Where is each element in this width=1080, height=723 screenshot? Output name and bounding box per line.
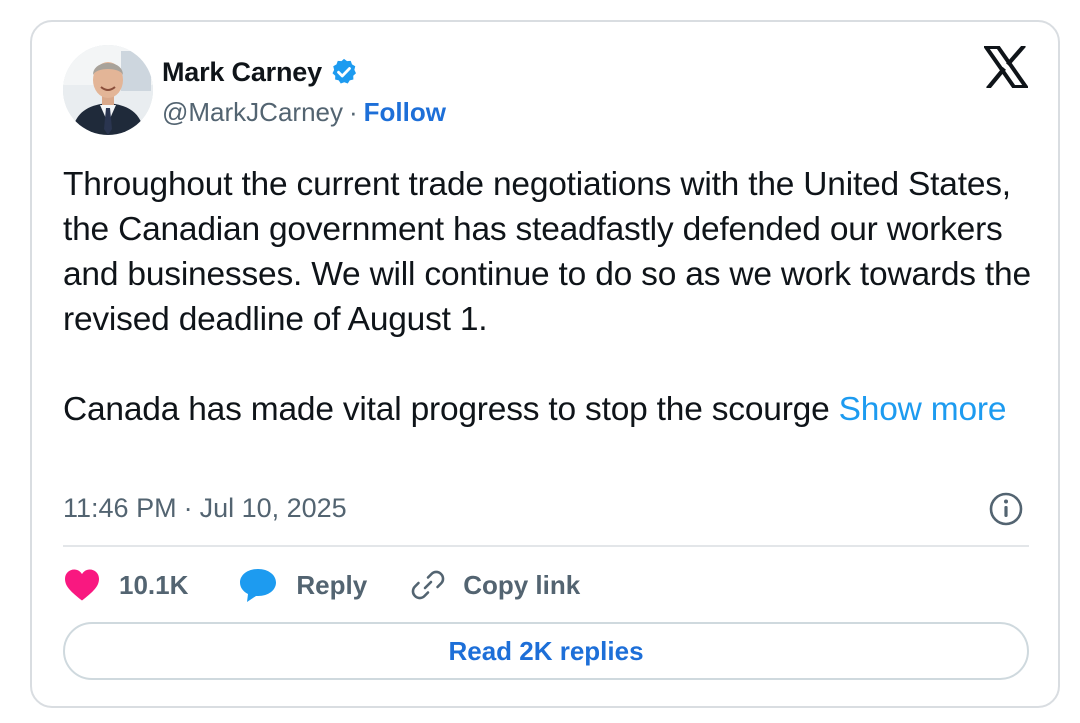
embedded-tweet-card: Mark Carney @MarkJCarney · Follow Throug… xyxy=(30,20,1060,708)
heart-icon xyxy=(65,569,99,601)
author-display-name[interactable]: Mark Carney xyxy=(162,57,322,88)
tweet-paragraph-text: Canada has made vital progress to stop t… xyxy=(63,391,839,428)
reply-button[interactable]: Reply xyxy=(238,567,367,603)
like-button[interactable]: 10.1K xyxy=(63,568,188,602)
read-replies-button[interactable]: Read 2K replies xyxy=(63,622,1029,680)
x-logo-icon[interactable] xyxy=(982,44,1030,90)
tweet-time: 11:46 PM xyxy=(63,492,177,523)
link-icon xyxy=(411,570,445,600)
like-count: 10.1K xyxy=(119,569,189,600)
avatar-photo xyxy=(63,45,153,135)
author-handle[interactable]: @MarkJCarney xyxy=(162,97,343,128)
author-name-row: Mark Carney xyxy=(162,54,359,90)
tweet-actions: 10.1K Reply Copy link xyxy=(63,562,580,608)
verified-badge-icon xyxy=(329,57,359,87)
tweet-body: Throughout the current trade negotiation… xyxy=(63,162,1038,432)
handle-separator: · xyxy=(348,96,358,127)
show-more-link[interactable]: Show more xyxy=(839,391,1007,428)
tweet-timestamp[interactable]: 11:46 PM · Jul 10, 2025 xyxy=(63,488,347,528)
tweet-date: Jul 10, 2025 xyxy=(199,492,347,523)
follow-button[interactable]: Follow xyxy=(364,97,446,128)
read-replies-label: Read 2K replies xyxy=(448,635,644,666)
copy-link-button[interactable]: Copy link xyxy=(411,568,580,602)
author-handle-row: @MarkJCarney · Follow xyxy=(162,94,446,130)
timestamp-separator: · xyxy=(183,492,193,523)
speech-bubble-icon xyxy=(240,569,277,602)
info-icon[interactable] xyxy=(988,491,1024,527)
tweet-paragraph: Throughout the current trade negotiation… xyxy=(63,166,1031,338)
reply-label: Reply xyxy=(296,569,368,600)
divider xyxy=(63,545,1029,547)
tweet-paragraph: Canada has made vital progress to stop t… xyxy=(63,387,1038,432)
avatar[interactable] xyxy=(63,45,153,135)
copy-link-label: Copy link xyxy=(463,569,581,600)
